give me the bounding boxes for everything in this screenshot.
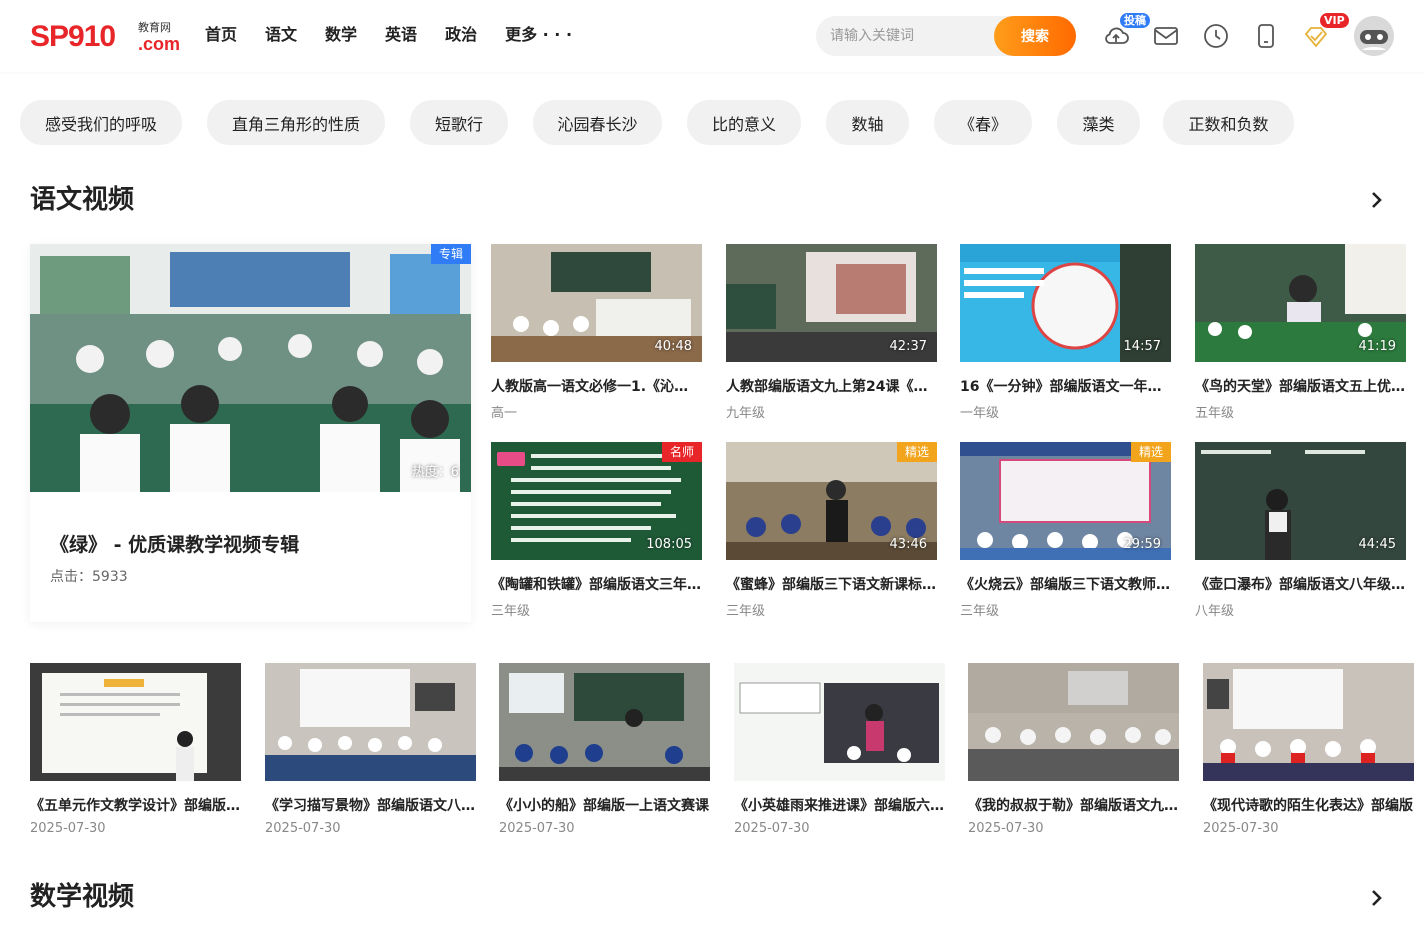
famous-teacher-badge: 名师 — [661, 442, 702, 462]
video-thumbnail[interactable]: 40:48 — [491, 244, 702, 362]
album-badge: 专辑 — [430, 244, 471, 264]
video-title[interactable]: 《学习描写景物》部编版语文八年级 — [265, 795, 476, 815]
tag-item[interactable]: 直角三角形的性质 — [207, 100, 385, 145]
search-button[interactable]: 搜索 — [994, 16, 1076, 56]
video-duration: 42:37 — [889, 339, 927, 354]
video-title[interactable]: 《五单元作文教学设计》部编版语文 — [30, 795, 241, 815]
feature-thumbnail[interactable]: 专辑 热度：6 — [30, 244, 471, 492]
feature-clicks: 点击：5933 — [50, 569, 128, 585]
video-title[interactable]: 《现代诗歌的陌生化表达》部编版 — [1203, 795, 1414, 815]
video-grade: 三年级 — [491, 604, 531, 619]
search-box: 搜索 — [816, 16, 1076, 56]
vip-badge: VIP — [1320, 13, 1349, 28]
video-title[interactable]: 《火烧云》部编版三下语文教师示范课 — [960, 574, 1171, 594]
nav-more[interactable]: 更多 · · · — [505, 24, 572, 46]
video-thumbnail[interactable]: 44:45 — [1195, 442, 1406, 560]
feature-title[interactable]: 《绿》 - 优质课教学视频专辑 — [50, 530, 299, 557]
video-grade: 三年级 — [960, 604, 1000, 619]
main-nav: 首页 语文 数学 英语 政治 更多 · · · — [205, 24, 600, 46]
video-thumbnail[interactable]: 名师 108:05 — [491, 442, 702, 560]
video-thumbnail[interactable] — [499, 663, 710, 781]
tag-item[interactable]: 感受我们的呼吸 — [20, 100, 182, 145]
video-thumbnail[interactable]: 精选 43:46 — [726, 442, 937, 560]
video-thumbnail[interactable] — [968, 663, 1179, 781]
video-duration: 14:57 — [1123, 339, 1161, 354]
search-input[interactable] — [830, 16, 1000, 56]
video-date: 2025-07-30 — [1203, 821, 1279, 836]
video-duration: 29:59 — [1123, 537, 1161, 552]
tag-item[interactable]: 藻类 — [1057, 100, 1140, 145]
nav-math[interactable]: 数学 — [325, 24, 357, 46]
video-title[interactable]: 《壶口瀑布》部编版语文八年级下册 — [1195, 574, 1406, 594]
tag-item[interactable]: 数轴 — [826, 100, 909, 145]
video-thumbnail[interactable] — [1203, 663, 1414, 781]
nav-home[interactable]: 首页 — [205, 24, 237, 46]
chevron-right-icon[interactable] — [1364, 886, 1388, 910]
tag-item[interactable]: 《春》 — [934, 100, 1032, 145]
video-thumbnail[interactable]: 42:37 — [726, 244, 937, 362]
video-grade: 一年级 — [960, 406, 1000, 421]
video-date: 2025-07-30 — [968, 821, 1044, 836]
video-date: 2025-07-30 — [734, 821, 810, 836]
video-duration: 44:45 — [1358, 537, 1396, 552]
video-date: 2025-07-30 — [30, 821, 106, 836]
nav-politics[interactable]: 政治 — [445, 24, 477, 46]
selected-badge: 精选 — [1130, 442, 1171, 462]
video-grade: 三年级 — [726, 604, 766, 619]
video-thumbnail[interactable] — [734, 663, 945, 781]
video-date: 2025-07-30 — [265, 821, 341, 836]
video-title[interactable]: 《蜜蜂》部编版三下语文新课标优质课 — [726, 574, 937, 594]
logo-com-text: .com — [138, 34, 181, 54]
video-title[interactable]: 《小英雄雨来推进课》部编版六年级 — [734, 795, 945, 815]
video-duration: 41:19 — [1358, 339, 1396, 354]
video-title[interactable]: 《我的叔叔于勒》部编版语文九年级 — [968, 795, 1179, 815]
nav-chinese[interactable]: 语文 — [265, 24, 297, 46]
selected-badge: 精选 — [896, 442, 937, 462]
video-grade: 八年级 — [1195, 604, 1235, 619]
video-title[interactable]: 人教部编版语文九上第24课《诗词三首》 — [726, 376, 937, 396]
upload-badge: 投稿 — [1120, 13, 1150, 28]
feature-card[interactable]: 专辑 热度：6 《绿》 - 优质课教学视频专辑 点击：5933 — [30, 244, 471, 622]
video-title[interactable]: 《小小的船》部编版一上语文赛课 — [499, 795, 710, 815]
heat-count: 热度：6 — [411, 465, 459, 480]
nav-english[interactable]: 英语 — [385, 24, 417, 46]
video-thumbnail[interactable]: 14:57 — [960, 244, 1171, 362]
video-title[interactable]: 16《一分钟》部编版语文一年级下册 — [960, 376, 1171, 396]
video-thumbnail[interactable] — [30, 663, 241, 781]
video-title[interactable]: 《鸟的天堂》部编版语文五上优质课 — [1195, 376, 1406, 396]
video-title[interactable]: 《陶罐和铁罐》部编版语文三年级下册 — [491, 574, 702, 594]
video-duration: 40:48 — [654, 339, 692, 354]
video-grade: 九年级 — [726, 406, 766, 421]
history-clock-icon[interactable] — [1202, 22, 1230, 50]
video-title[interactable]: 人教版高一语文必修一1.《沁园春·长沙》 — [491, 376, 702, 396]
video-grade: 五年级 — [1195, 406, 1235, 421]
site-logo[interactable]: SP910 教育网 .com — [30, 20, 180, 54]
tag-item[interactable]: 短歌行 — [410, 100, 508, 145]
section-title-chinese: 语文视频 — [30, 185, 135, 215]
chevron-right-icon[interactable] — [1364, 188, 1388, 212]
logo-main-text: SP910 — [30, 20, 116, 53]
video-thumbnail[interactable]: 41:19 — [1195, 244, 1406, 362]
section-title-math: 数学视频 — [30, 882, 135, 912]
video-duration: 43:46 — [889, 537, 927, 552]
video-date: 2025-07-30 — [499, 821, 575, 836]
mail-icon[interactable] — [1152, 22, 1180, 50]
video-duration: 108:05 — [646, 537, 692, 552]
mobile-icon[interactable] — [1252, 22, 1280, 50]
video-thumbnail[interactable]: 精选 29:59 — [960, 442, 1171, 560]
tag-item[interactable]: 沁园春长沙 — [533, 100, 662, 145]
tag-item[interactable]: 比的意义 — [687, 100, 801, 145]
logo-sub-text: 教育网 — [138, 21, 171, 34]
top-header: SP910 教育网 .com 首页 语文 数学 英语 政治 更多 · · · 搜… — [0, 0, 1424, 72]
video-thumbnail[interactable] — [265, 663, 476, 781]
avatar[interactable] — [1354, 16, 1394, 56]
video-grade: 高一 — [491, 406, 518, 421]
tag-item[interactable]: 正数和负数 — [1163, 100, 1294, 145]
